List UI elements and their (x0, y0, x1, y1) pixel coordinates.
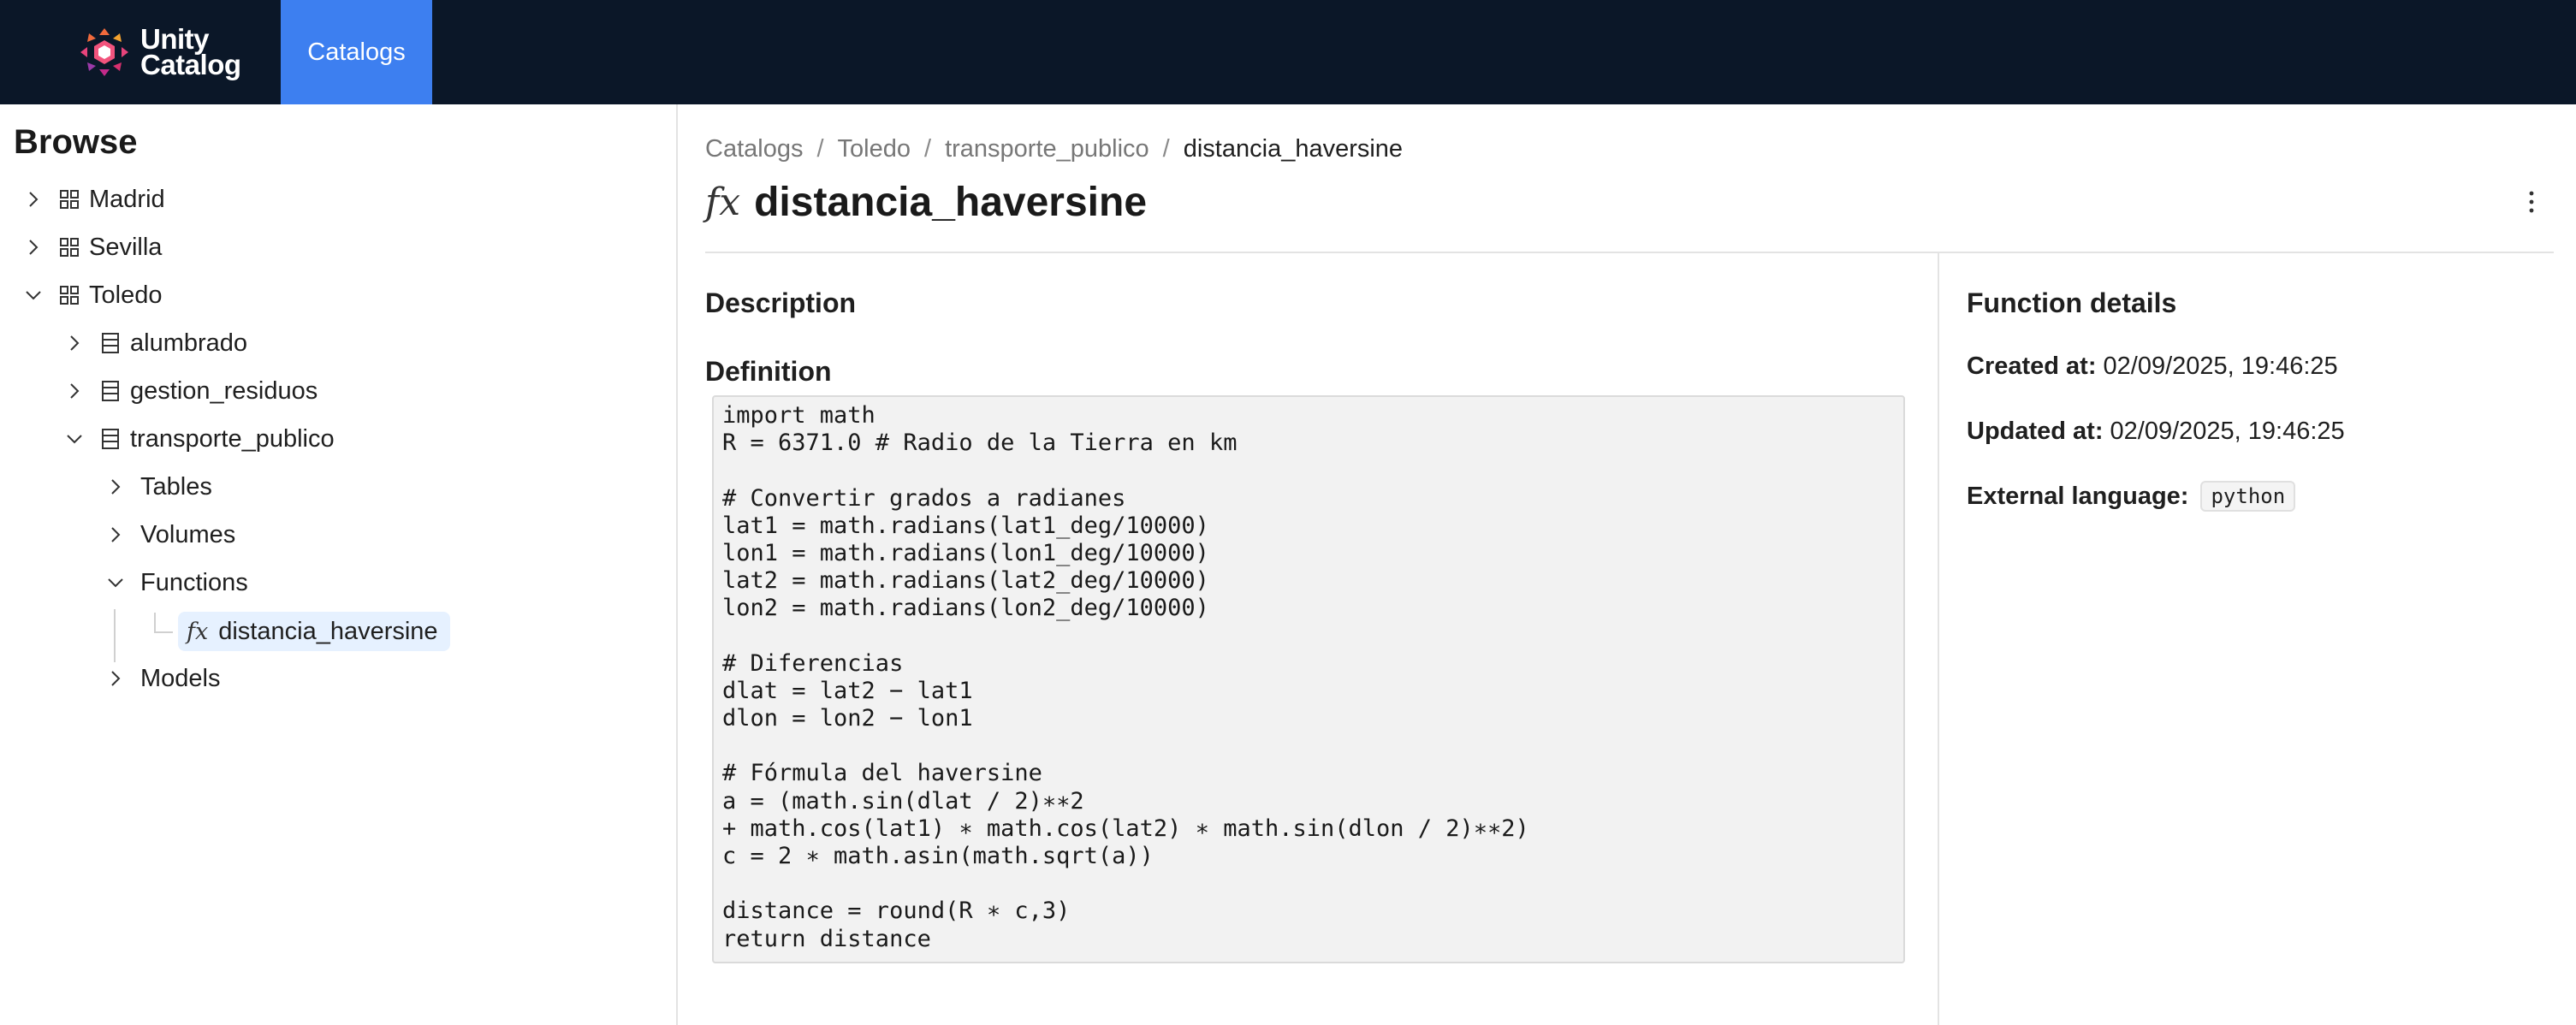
tree-item-sevilla[interactable]: Sevilla (24, 227, 162, 268)
catalog-icon (58, 284, 80, 306)
chevron-down-icon[interactable] (65, 430, 84, 448)
breadcrumb: Catalogs / Toledo / transporte_publico /… (705, 135, 1403, 163)
chevron-right-icon[interactable] (106, 669, 125, 688)
definition-code-block: import math R = 6371.0 # Radio de la Tie… (712, 395, 1905, 963)
breadcrumb-schema[interactable]: transporte_publico (945, 135, 1149, 163)
function-icon: fx (705, 180, 741, 224)
schema-icon (99, 332, 122, 354)
browse-sidebar: Browse Madrid Sevilla Toledo alumbrado g… (0, 104, 678, 1025)
code-line: import math (722, 402, 875, 429)
more-options-button[interactable] (2516, 183, 2547, 221)
breadcrumb-separator: / (816, 135, 824, 163)
tree-item-toledo[interactable]: Toledo (24, 275, 162, 316)
chevron-right-icon[interactable] (106, 477, 125, 496)
tree-item-madrid[interactable]: Madrid (24, 179, 165, 220)
tree-guide-line (114, 609, 116, 662)
chevron-down-icon[interactable] (106, 573, 125, 592)
tree-item-gestion-residuos[interactable]: gestion_residuos (65, 370, 318, 412)
updated-at-value: 02/09/2025, 19:46:25 (2110, 418, 2345, 445)
created-at-value: 02/09/2025, 19:46:25 (2103, 353, 2338, 380)
tree-item-label: Toledo (89, 281, 163, 309)
tree-item-label: Sevilla (89, 233, 163, 261)
tree-item-label: distancia_haversine (218, 617, 438, 645)
tree-item-distancia-haversine[interactable]: fx distancia_haversine (178, 611, 450, 652)
tree-item-label: Madrid (89, 185, 165, 213)
breadcrumb-separator: / (1162, 135, 1170, 163)
description-heading: Description (705, 287, 857, 318)
page-title: fx distancia_haversine (705, 171, 1147, 233)
code-line: lon1 = math.radians(lon1_deg/10000) (722, 539, 1209, 566)
external-language-label: External language: (1967, 482, 2189, 510)
breadcrumb-current: distancia_haversine (1183, 135, 1404, 163)
code-line: a = (math.sin(dlat / 2)∗∗2 (722, 787, 1084, 815)
code-line: dlat = lat2 − lat1 (722, 677, 973, 704)
tree-item-transporte-publico[interactable]: transporte_publico (65, 418, 335, 459)
tree-item-functions[interactable]: Functions (106, 562, 248, 603)
function-icon: fx (187, 618, 209, 645)
unity-catalog-logo[interactable]: Unity Catalog (0, 0, 281, 104)
code-line: return distance (722, 925, 931, 952)
catalog-icon (58, 188, 80, 210)
code-line: distance = round(R ∗ c,3) (722, 898, 1071, 925)
external-language-row: External language: python (1967, 481, 2296, 512)
chevron-right-icon[interactable] (24, 238, 43, 257)
breadcrumb-catalog[interactable]: Toledo (838, 135, 911, 163)
tree-item-label: gestion_residuos (130, 376, 318, 405)
catalog-icon (58, 236, 80, 258)
definition-heading: Definition (705, 356, 832, 387)
selected-function-item[interactable]: fx distancia_haversine (178, 612, 450, 651)
tree-item-models[interactable]: Models (106, 658, 221, 699)
column-divider (1938, 253, 1939, 1025)
header-divider (705, 252, 2554, 253)
tree-item-alumbrado[interactable]: alumbrado (65, 323, 247, 364)
code-line: # Convertir grados a radianes (722, 484, 1126, 512)
kebab-menu-icon (2529, 191, 2534, 213)
code-line: lon2 = math.radians(lon2_deg/10000) (722, 595, 1209, 622)
brand-name: Unity Catalog (140, 25, 241, 80)
chevron-right-icon[interactable] (65, 334, 84, 353)
code-line: # Fórmula del haversine (722, 760, 1042, 787)
chevron-right-icon[interactable] (24, 190, 43, 209)
page-title-text: distancia_haversine (754, 179, 1148, 225)
top-bar: Unity Catalog Catalogs (0, 0, 2576, 104)
function-details-heading: Function details (1967, 287, 2177, 318)
chevron-down-icon[interactable] (24, 286, 43, 305)
tree-item-label: alumbrado (130, 329, 248, 357)
tree-item-volumes[interactable]: Volumes (106, 514, 235, 555)
tree-item-label: Tables (140, 472, 212, 501)
tree-item-label: Models (140, 664, 221, 692)
schema-icon (99, 428, 122, 450)
code-line: c = 2 ∗ math.asin(math.sqrt(a)) (722, 843, 1154, 869)
code-line: lat1 = math.radians(lat1_deg/10000) (722, 512, 1209, 539)
browse-title: Browse (14, 123, 138, 161)
external-language-badge: python (2200, 481, 2296, 512)
chevron-right-icon[interactable] (65, 382, 84, 400)
code-line: R = 6371.0 # Radio de la Tierra en km (722, 430, 1238, 457)
nav-tab-catalogs[interactable]: Catalogs (281, 0, 432, 104)
chevron-right-icon[interactable] (106, 525, 125, 544)
created-at-row: Created at: 02/09/2025, 19:46:25 (1967, 353, 2338, 381)
breadcrumb-separator: / (924, 135, 932, 163)
breadcrumb-catalogs[interactable]: Catalogs (705, 135, 803, 163)
tree-item-label: transporte_publico (130, 424, 335, 453)
created-at-label: Created at: (1967, 353, 2097, 380)
updated-at-label: Updated at: (1967, 418, 2104, 445)
tree-item-tables[interactable]: Tables (106, 466, 212, 507)
logo-icon (80, 28, 128, 76)
brand-line-2: Catalog (140, 49, 241, 80)
code-line: lat2 = math.radians(lat2_deg/10000) (722, 567, 1209, 595)
tree-guide-elbow (154, 613, 173, 633)
code-line: dlon = lon2 − lon1 (722, 705, 973, 732)
code-line: # Diferencias (722, 649, 904, 677)
tree-item-label: Volumes (140, 520, 236, 548)
tree-item-label: Functions (140, 568, 248, 596)
main-content: Catalogs / Toledo / transporte_publico /… (680, 104, 2576, 1025)
updated-at-row: Updated at: 02/09/2025, 19:46:25 (1967, 418, 2345, 446)
schema-icon (99, 380, 122, 402)
code-line: + math.cos(lat1) ∗ math.cos(lat2) ∗ math… (722, 815, 1529, 842)
